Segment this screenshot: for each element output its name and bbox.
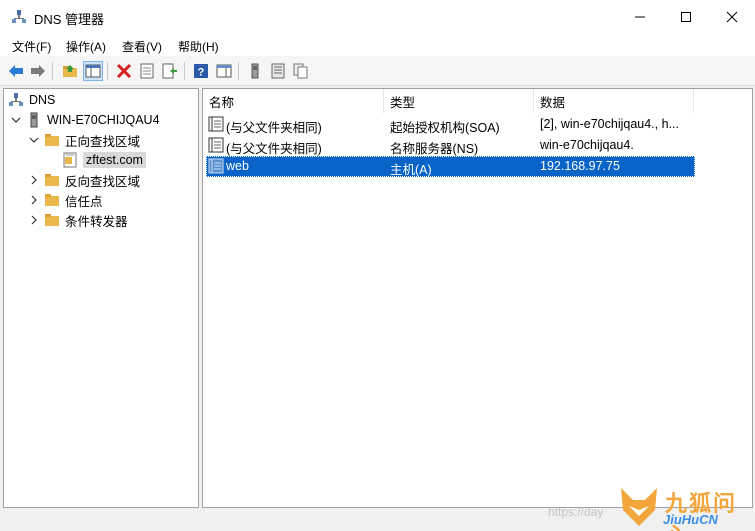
export-icon (162, 63, 177, 79)
cell-data: 192.168.97.75 (540, 159, 620, 173)
maximize-button[interactable] (663, 0, 709, 34)
column-header-data[interactable]: 数据 (534, 89, 694, 113)
copy-button[interactable] (291, 61, 311, 81)
close-icon (726, 11, 738, 23)
action-pane-icon (216, 64, 232, 78)
zone-file-icon (63, 152, 77, 168)
folder-icon (45, 174, 59, 186)
tree-label: 信任点 (65, 194, 103, 209)
cell-data: [2], win-e70chijqau4., h... (540, 117, 679, 131)
dns-icon (9, 93, 23, 106)
cell-name: (与父文件夹相同) (226, 142, 322, 156)
server-button[interactable] (245, 61, 265, 81)
minimize-button[interactable] (617, 0, 663, 34)
chevron-right-icon[interactable] (28, 214, 40, 226)
menu-view[interactable]: 查看(V) (122, 38, 162, 55)
properties-button[interactable] (137, 61, 157, 81)
properties-icon (140, 63, 154, 79)
tree-item-dns[interactable]: DNS (8, 90, 55, 110)
table-row[interactable]: (与父文件夹相同) 起始授权机构(SOA) [2], win-e70chijqa… (206, 114, 695, 135)
tree-item-server[interactable]: WIN-E70CHIJQAU4 (10, 110, 160, 130)
window-title: DNS 管理器 (34, 12, 105, 27)
tree-item-forward-zones[interactable]: 正向查找区域 (28, 130, 140, 150)
minimize-icon (635, 16, 645, 18)
cell-name: (与父文件夹相同) (226, 121, 322, 135)
server-icon (251, 63, 259, 79)
cell-type: 起始授权机构(SOA) (390, 121, 500, 135)
action-pane-button[interactable] (214, 61, 234, 81)
records-list-pane: 名称 类型 数据 (与父文件夹相同) 起始授权机构(SOA) [2], win-… (202, 88, 753, 508)
record-icon (208, 137, 224, 153)
menu-action[interactable]: 操作(A) (66, 38, 106, 55)
up-folder-icon (63, 65, 77, 77)
show-hide-tree-button[interactable] (83, 61, 103, 81)
chevron-down-icon[interactable] (28, 134, 40, 146)
tree-item-conditional-forwarders[interactable]: 条件转发器 (28, 210, 128, 230)
cell-data: win-e70chijqau4. (540, 138, 634, 152)
tree-label: 正向查找区域 (65, 134, 141, 149)
tree-label: zftest.com (83, 152, 146, 168)
toolbar: ? (0, 56, 755, 86)
close-button[interactable] (709, 0, 755, 34)
menu-file[interactable]: 文件(F) (12, 38, 51, 55)
table-row-selected[interactable]: web 主机(A) 192.168.97.75 (206, 156, 695, 177)
export-list-button[interactable] (160, 61, 180, 81)
tree-pane: DNS WIN-E70CHIJQAU4 正向查找区域 zftest.com 反向… (3, 88, 199, 508)
dns-manager-icon (12, 10, 26, 23)
list-view-button[interactable] (268, 61, 288, 81)
show-tree-icon (85, 64, 101, 78)
title-bar: DNS 管理器 (0, 0, 755, 34)
folder-icon (45, 194, 59, 206)
menu-help[interactable]: 帮助(H) (178, 38, 219, 55)
help-icon: ? (194, 64, 208, 79)
maximize-icon (681, 12, 691, 22)
server-icon (30, 112, 38, 128)
record-icon (208, 158, 224, 174)
svg-text:?: ? (198, 67, 205, 79)
menu-bar: 文件(F) 操作(A) 查看(V) 帮助(H) (0, 34, 755, 56)
tree-label: 反向查找区域 (65, 174, 141, 189)
chevron-right-icon[interactable] (28, 174, 40, 186)
tree-item-reverse-zones[interactable]: 反向查找区域 (28, 170, 140, 190)
chevron-down-icon[interactable] (10, 114, 22, 126)
tree-label: WIN-E70CHIJQAU4 (47, 113, 160, 127)
fox-logo-icon (621, 488, 657, 526)
cell-type: 主机(A) (390, 163, 432, 177)
tree-label: DNS (29, 93, 56, 107)
tree-item-zone[interactable]: zftest.com (62, 150, 146, 170)
delete-button[interactable] (114, 61, 134, 81)
up-level-button[interactable] (60, 61, 80, 81)
chevron-right-icon[interactable] (28, 194, 40, 206)
folder-icon (45, 134, 59, 146)
cell-name: web (226, 159, 249, 173)
column-header-type[interactable]: 类型 (384, 89, 534, 113)
help-button[interactable]: ? (191, 61, 211, 81)
brand-en: JiuHuCN (663, 512, 718, 527)
watermark-logo: 九狐问心 JiuHuCN (617, 486, 749, 531)
cell-type: 名称服务器(NS) (390, 142, 479, 156)
table-row[interactable]: (与父文件夹相同) 名称服务器(NS) win-e70chijqau4. (206, 135, 695, 156)
copy-icon (293, 63, 308, 79)
forward-button[interactable] (28, 61, 48, 81)
list-view-icon (271, 63, 285, 79)
watermark-url: https://day (548, 505, 604, 519)
tree-label: 条件转发器 (65, 214, 128, 229)
forward-arrow-icon (31, 65, 45, 77)
back-arrow-icon (9, 65, 23, 77)
delete-icon (116, 63, 132, 79)
back-button[interactable] (6, 61, 26, 81)
folder-icon (45, 214, 59, 226)
record-icon (208, 116, 224, 132)
column-header-name[interactable]: 名称 (203, 89, 384, 113)
tree-item-trust-points[interactable]: 信任点 (28, 190, 103, 210)
